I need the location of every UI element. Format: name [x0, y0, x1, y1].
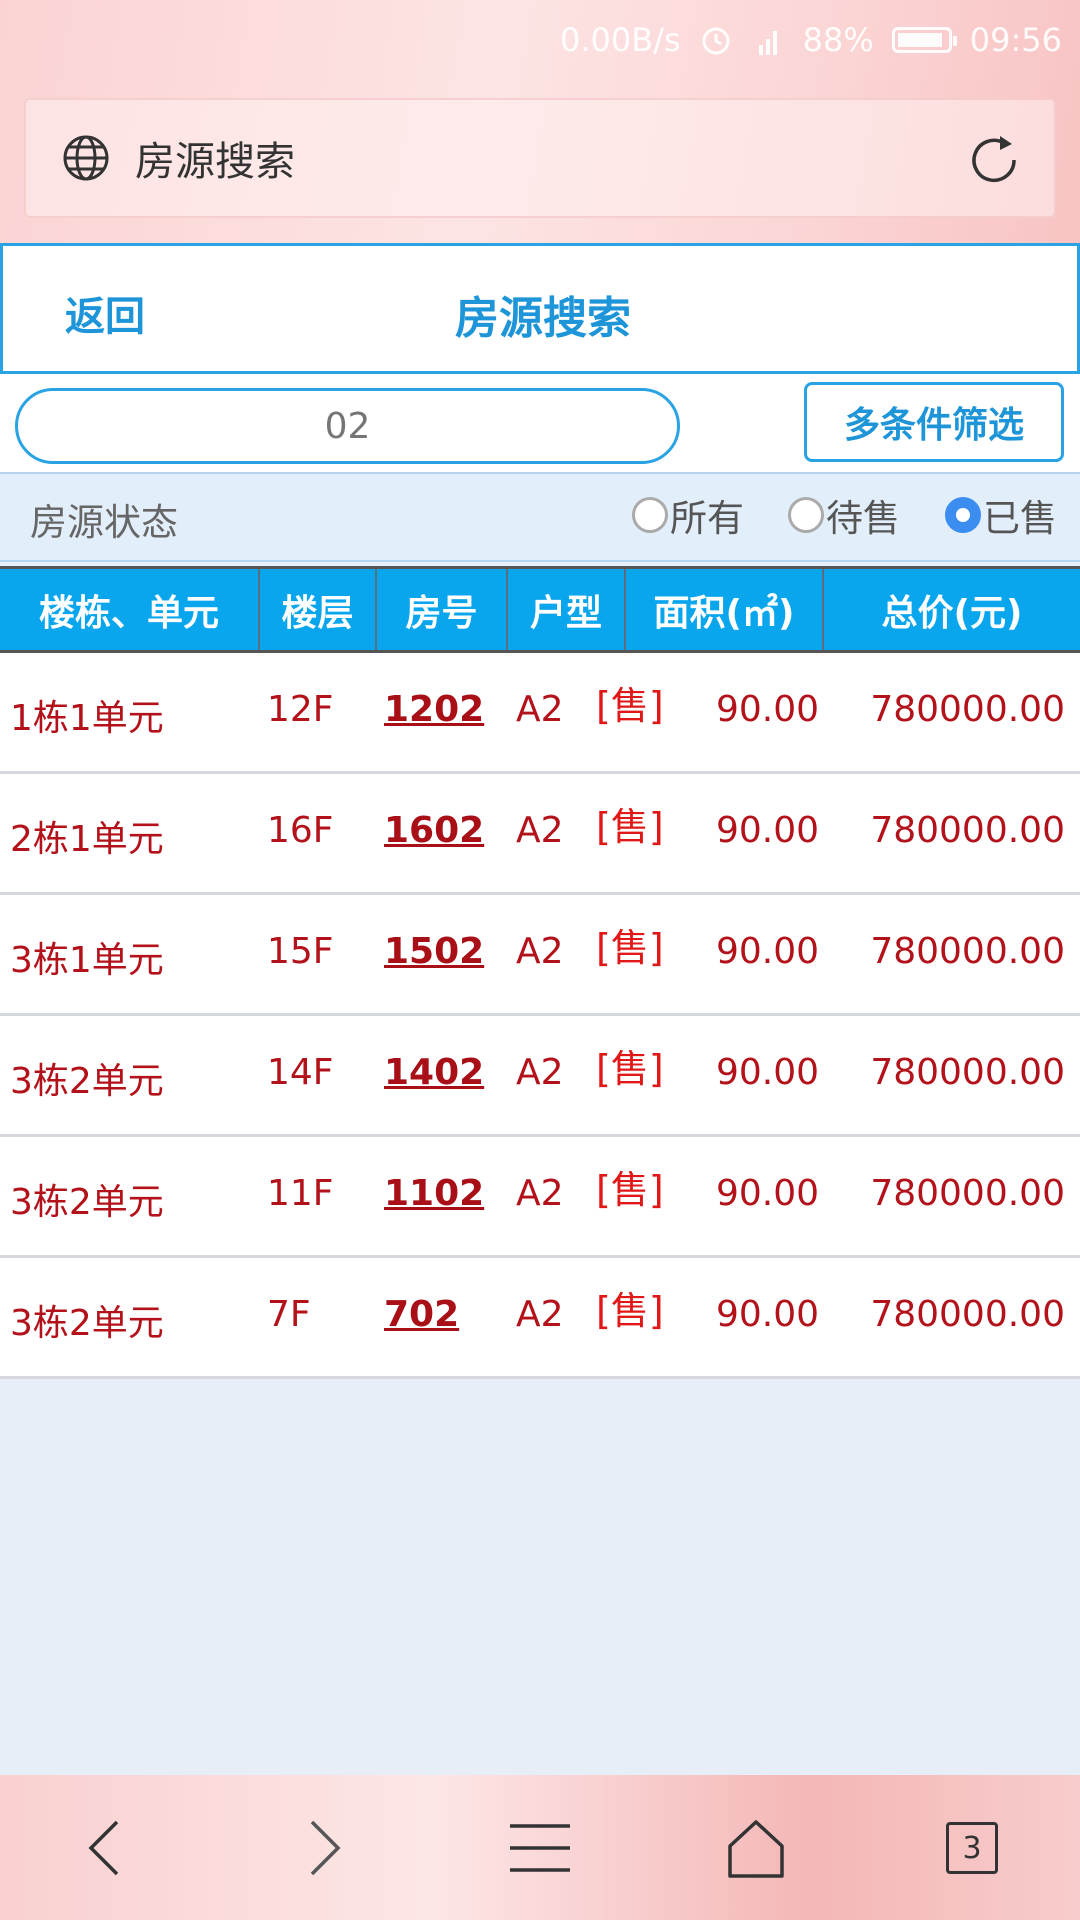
- cell-building: 2栋1单元: [10, 819, 164, 860]
- cell-floor: 11F: [267, 1173, 334, 1214]
- radio-all[interactable]: 所有: [632, 488, 744, 542]
- cell-type: A2: [516, 1052, 564, 1093]
- chevron-left-icon: [88, 1820, 119, 1876]
- cell-building: 1栋1单元: [10, 698, 164, 739]
- cell-building: 3栋2单元: [10, 1061, 164, 1102]
- cell-floor: 14F: [267, 1052, 334, 1093]
- table-row: 3栋2单元 11F 1102 A2 [售] 90.00 780000.00: [0, 1137, 1080, 1258]
- cell-area: 90.00: [716, 1173, 820, 1214]
- sold-tag: [售]: [596, 926, 664, 970]
- room-link[interactable]: 1602: [384, 810, 484, 851]
- column-header-price[interactable]: 总价(元): [824, 569, 1080, 650]
- cell-price: 780000.00: [870, 1173, 1065, 1214]
- search-input[interactable]: [15, 388, 680, 464]
- cell-type: A2: [516, 1173, 564, 1214]
- cell-floor: 16F: [267, 810, 334, 851]
- menu-icon: [510, 1824, 570, 1872]
- cell-floor: 7F: [267, 1294, 311, 1335]
- forward-nav-button[interactable]: [283, 1813, 363, 1883]
- search-row: 多条件筛选: [0, 374, 1080, 472]
- status-filter-label: 房源状态: [30, 501, 178, 544]
- cell-area: 90.00: [716, 1052, 820, 1093]
- column-header-area[interactable]: 面积(㎡): [626, 569, 824, 650]
- chevron-right-icon: [310, 1820, 341, 1876]
- radio-sold[interactable]: 已售: [945, 488, 1057, 542]
- address-bar[interactable]: 房源搜索: [24, 98, 1056, 218]
- cell-building: 3栋2单元: [10, 1303, 164, 1344]
- clock: 09:56: [969, 21, 1062, 59]
- address-title: 房源搜索: [135, 139, 295, 185]
- column-header-type[interactable]: 户型: [508, 569, 626, 650]
- sold-tag: [售]: [596, 805, 664, 849]
- cell-type: A2: [516, 1294, 564, 1335]
- radio-for-sale[interactable]: 待售: [788, 488, 900, 542]
- table-row: 2栋1单元 16F 1602 A2 [售] 90.00 780000.00: [0, 774, 1080, 895]
- reload-icon[interactable]: [964, 130, 1024, 190]
- back-nav-button[interactable]: [66, 1813, 146, 1883]
- cell-price: 780000.00: [870, 931, 1065, 972]
- bottom-nav: 3: [0, 1775, 1080, 1920]
- page-header: 返回 房源搜索: [0, 243, 1080, 374]
- cell-price: 780000.00: [870, 1294, 1065, 1335]
- radio-label: 已售: [983, 497, 1057, 540]
- cell-price: 780000.00: [870, 1052, 1065, 1093]
- battery-percent: 88%: [802, 21, 874, 59]
- signal-icon: [751, 23, 785, 57]
- sold-tag: [售]: [596, 684, 664, 728]
- column-header-floor[interactable]: 楼层: [260, 569, 377, 650]
- radio-circle-checked[interactable]: [945, 497, 981, 533]
- cell-area: 90.00: [716, 689, 820, 730]
- room-link[interactable]: 1202: [384, 689, 484, 730]
- radio-label: 所有: [670, 497, 744, 540]
- table-row: 3栋2单元 14F 1402 A2 [售] 90.00 780000.00: [0, 1016, 1080, 1137]
- page-title: 房源搜索: [455, 293, 631, 344]
- status-filter: 房源状态 所有 待售 已售: [0, 472, 1080, 562]
- room-link[interactable]: 1502: [384, 931, 484, 972]
- sold-tag: [售]: [596, 1289, 664, 1333]
- status-bar: 0.00B/s 88% 09:56: [560, 12, 1062, 68]
- table-header: 楼栋、单元 楼层 房号 户型 面积(㎡) 总价(元): [0, 566, 1080, 653]
- cell-type: A2: [516, 931, 564, 972]
- radio-circle[interactable]: [632, 497, 668, 533]
- cell-floor: 15F: [267, 931, 334, 972]
- cell-area: 90.00: [716, 810, 820, 851]
- cell-building: 3栋1单元: [10, 940, 164, 981]
- cell-floor: 12F: [267, 689, 334, 730]
- column-header-room[interactable]: 房号: [377, 569, 508, 650]
- browser-top: 0.00B/s 88% 09:56 房源搜索: [0, 0, 1080, 243]
- tab-count: 3: [946, 1822, 998, 1874]
- cell-price: 780000.00: [870, 810, 1065, 851]
- cell-area: 90.00: [716, 931, 820, 972]
- radio-label: 待售: [826, 497, 900, 540]
- room-link[interactable]: 702: [384, 1294, 459, 1335]
- table-row: 3栋2单元 7F 702 A2 [售] 90.00 780000.00: [0, 1258, 1080, 1379]
- home-button[interactable]: [716, 1813, 796, 1883]
- sold-tag: [售]: [596, 1047, 664, 1091]
- tabs-button[interactable]: 3: [932, 1813, 1012, 1883]
- alarm-icon: [699, 23, 733, 57]
- battery-icon: [891, 27, 957, 53]
- table-row: 1栋1单元 12F 1202 A2 [售] 90.00 780000.00: [0, 653, 1080, 774]
- cell-price: 780000.00: [870, 689, 1065, 730]
- radio-circle[interactable]: [788, 497, 824, 533]
- net-speed: 0.00B/s: [560, 21, 681, 59]
- table-row: 3栋1单元 15F 1502 A2 [售] 90.00 780000.00: [0, 895, 1080, 1016]
- menu-button[interactable]: [500, 1813, 580, 1883]
- cell-area: 90.00: [716, 1294, 820, 1335]
- room-link[interactable]: 1402: [384, 1052, 484, 1093]
- column-header-building[interactable]: 楼栋、单元: [0, 569, 260, 650]
- cell-building: 3栋2单元: [10, 1182, 164, 1223]
- cell-type: A2: [516, 689, 564, 730]
- room-link[interactable]: 1102: [384, 1173, 484, 1214]
- cell-type: A2: [516, 810, 564, 851]
- multi-filter-button[interactable]: 多条件筛选: [804, 382, 1064, 462]
- globe-icon: [63, 135, 109, 181]
- home-icon: [728, 1820, 784, 1878]
- table-body: 1栋1单元 12F 1202 A2 [售] 90.00 780000.00 2栋…: [0, 653, 1080, 1379]
- sold-tag: [售]: [596, 1168, 664, 1212]
